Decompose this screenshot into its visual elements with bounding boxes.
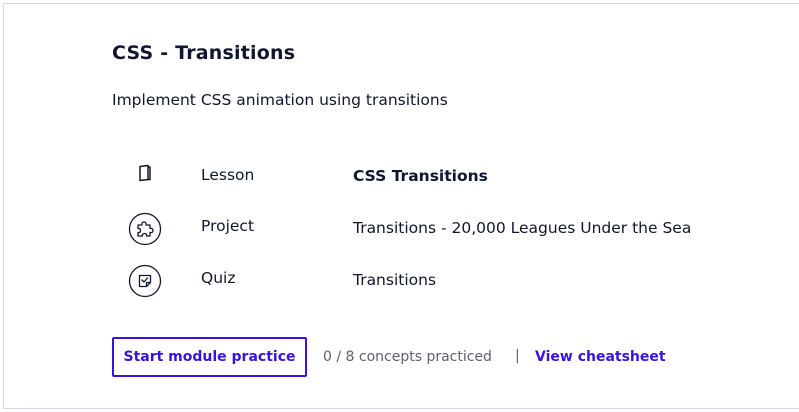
item-title[interactable]: Transitions bbox=[353, 271, 436, 289]
item-title[interactable]: Transitions - 20,000 Leagues Under the S… bbox=[353, 219, 691, 237]
module-footer: Start module practice 0 / 8 concepts pra… bbox=[112, 337, 752, 377]
item-type-label: Lesson bbox=[201, 166, 255, 184]
list-item-quiz[interactable]: Quiz Transitions bbox=[128, 263, 768, 303]
start-module-practice-button[interactable]: Start module practice bbox=[112, 337, 307, 377]
view-cheatsheet-link[interactable]: View cheatsheet bbox=[535, 349, 666, 365]
concepts-practiced-text: 0 / 8 concepts practiced bbox=[323, 349, 492, 365]
book-icon bbox=[128, 156, 162, 190]
module-description: Implement CSS animation using transition… bbox=[112, 91, 448, 109]
item-type-label: Project bbox=[201, 217, 255, 235]
list-item-lesson[interactable]: Lesson CSS Transitions bbox=[128, 150, 768, 190]
item-type-label: Quiz bbox=[201, 269, 236, 287]
module-title: CSS - Transitions bbox=[112, 42, 296, 64]
separator: | bbox=[515, 348, 520, 364]
list-item-project[interactable]: Project Transitions - 20,000 Leagues Und… bbox=[128, 211, 768, 251]
quiz-icon bbox=[128, 264, 162, 298]
item-title[interactable]: CSS Transitions bbox=[353, 167, 488, 185]
puzzle-icon bbox=[128, 212, 162, 246]
